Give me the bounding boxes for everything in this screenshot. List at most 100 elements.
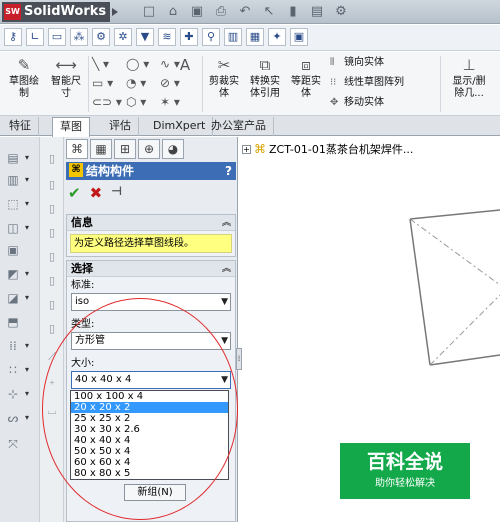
box4-icon[interactable]: ▯ <box>44 225 60 241</box>
move-entities-button[interactable]: ✥ 移动实体 <box>330 96 384 110</box>
save-icon[interactable]: ▣ <box>188 3 206 21</box>
polygon-icon[interactable]: ⬡ ▾ <box>126 94 158 110</box>
weldment-icon[interactable]: ▣ <box>290 28 308 46</box>
file-properties-icon[interactable]: ▤ <box>308 3 326 21</box>
tab-office-products[interactable]: 办公室产品 <box>204 117 274 136</box>
info-title: 信息 <box>71 216 93 229</box>
print-icon[interactable]: ⎙ <box>212 3 230 21</box>
point-icon[interactable]: ✶ ▾ <box>160 94 192 110</box>
display-manager-tab-icon[interactable]: ◕ <box>162 139 184 159</box>
ellipse-icon[interactable]: ⊘ ▾ <box>160 75 192 91</box>
box2-icon[interactable]: ▯ <box>44 177 60 193</box>
pm-title: 结构构件 <box>86 164 135 178</box>
text-tool-icon: A <box>179 56 191 74</box>
assembly-icon[interactable]: ⁂ <box>70 28 88 46</box>
mirror-label: 镜向实体 <box>344 57 384 68</box>
command-tabs: 特征 草图 评估 DimXpert 办公室产品 <box>0 116 500 137</box>
offset-icon: ⧈ <box>301 56 311 74</box>
sketch-line-bottom <box>429 354 500 366</box>
info-group-title[interactable]: 信息 ︽ <box>67 215 235 231</box>
structural-member-icon[interactable]: ▤ <box>4 149 22 167</box>
show-relations-button[interactable]: ⊥ 显示/删除几... <box>446 56 492 100</box>
weld-bead-icon[interactable]: ◪ <box>4 289 22 307</box>
show-relations-label: 显示/删除几... <box>452 76 486 99</box>
new-file-icon[interactable]: □ <box>140 3 158 21</box>
property-manager-tab-icon[interactable]: ⌘ <box>66 139 88 159</box>
logo-text: SolidWorks <box>24 4 107 19</box>
plus-icon[interactable]: ✚ <box>180 28 198 46</box>
collapse-icon[interactable]: ︽ <box>222 215 231 231</box>
spring-icon[interactable]: ≋ <box>158 28 176 46</box>
tab-features[interactable]: 特征 <box>2 117 39 136</box>
box6-icon[interactable]: ▯ <box>44 273 60 289</box>
mirror-entities-button[interactable]: ⫴ 镜向实体 <box>330 56 384 70</box>
chevron-down-icon: ▼ <box>221 336 228 346</box>
help-icon[interactable]: ? <box>225 162 232 180</box>
tab-sketch[interactable]: 草图 <box>52 117 90 137</box>
add-icon[interactable]: ✦ <box>268 28 286 46</box>
solidworks-logo[interactable]: SW SolidWorks <box>2 2 118 22</box>
smart-dimension-icon: ⟷ <box>55 56 77 74</box>
gear-icon[interactable]: ✲ <box>114 28 132 46</box>
extruded-boss-icon[interactable]: ⬚ <box>4 195 22 213</box>
undo-icon[interactable]: ↶ <box>236 3 254 21</box>
bowl-icon[interactable]: ▼ <box>136 28 154 46</box>
command-manager-ribbon: ✎ 草图绘制 ⟷ 智能尺寸 ╲ ▾ ◯ ▾ ∿ ▾ ▭ ▾ ◔ ▾ ⊘ ▾ ⊂⊃… <box>0 52 500 116</box>
box8-icon[interactable]: ▯ <box>44 321 60 337</box>
monitor-icon[interactable]: ▭ <box>48 28 66 46</box>
selection-title: 选择 <box>71 262 93 275</box>
trim-entities-button[interactable]: ✂ 剪裁实体 <box>206 56 242 100</box>
linear-pattern-button[interactable]: ⁝⁝ 线性草图阵列 <box>330 76 404 90</box>
spiral-icon[interactable]: ᔕ <box>4 409 22 427</box>
weldment-toolbar: ▤ ▾ ▥ ▾ ⬚ ▾ ◫ ▾ ▣ ◩ ▾ ◪ ▾ ⬒ ⁞⁞ ▾ ∷ ▾ ⊹ ▾ ᔕ ▾ ⤧ <box>0 137 40 522</box>
structural-member-icon: ⌘ <box>69 163 83 177</box>
configuration-manager-tab-icon[interactable]: ⊞ <box>114 139 136 159</box>
open-file-icon[interactable]: ⌂ <box>164 3 182 21</box>
circle-icon[interactable]: ◯ ▾ <box>126 56 158 72</box>
cut-list-icon[interactable]: ⬒ <box>4 313 22 331</box>
box7-icon[interactable]: ▯ <box>44 297 60 313</box>
options-icon[interactable]: ⚙ <box>332 3 350 21</box>
box3-icon[interactable]: ▯ <box>44 201 60 217</box>
settings-icon[interactable]: ⚙ <box>92 28 110 46</box>
trim-extend-icon[interactable]: ▥ <box>4 171 22 189</box>
selection-group-title[interactable]: 选择 ︽ <box>67 261 235 277</box>
info-message: 为定义路径选择草图线段。 <box>70 234 232 253</box>
search-icon[interactable]: ⚲ <box>202 28 220 46</box>
select-icon[interactable]: ↖ <box>260 3 278 21</box>
offset-entities-button[interactable]: ⧈ 等距实体 <box>287 56 325 100</box>
text-tool-button[interactable]: A <box>178 56 192 76</box>
key-icon[interactable]: ⚷ <box>4 28 22 46</box>
excel-icon[interactable]: ▦ <box>246 28 264 46</box>
fillet-bead-icon[interactable]: ◩ <box>4 265 22 283</box>
box5-icon[interactable]: ▯ <box>44 249 60 265</box>
smart-dimension-button[interactable]: ⟷ 智能尺寸 <box>46 56 86 100</box>
instant3d-icon[interactable]: ⤧ <box>4 435 22 453</box>
end-cap-icon[interactable]: ▣ <box>4 241 22 259</box>
centerline-2 <box>429 294 500 366</box>
gusset-icon[interactable]: ◫ <box>4 219 22 237</box>
convert-entities-button[interactable]: ⧉ 转换实体引用 <box>246 56 284 100</box>
collapse-icon[interactable]: ︽ <box>222 261 231 277</box>
feature-manager-tab-icon[interactable]: ▦ <box>90 139 112 159</box>
sketch-label: 草图绘制 <box>9 76 39 99</box>
curves-icon[interactable]: ⊹ <box>4 385 22 403</box>
chevron-down-icon: ▼ <box>221 297 228 307</box>
pin-icon[interactable]: ⊣ <box>111 184 122 202</box>
reference-geometry-icon[interactable]: ⁞⁞ <box>4 337 22 355</box>
expand-icon[interactable]: + <box>242 144 251 154</box>
tab-evaluate[interactable]: 评估 <box>102 117 139 136</box>
line-icon[interactable]: ╲ ▾ <box>92 56 124 72</box>
pattern-icon[interactable]: ∷ <box>4 361 22 379</box>
arc-icon[interactable]: ◔ ▾ <box>126 75 158 91</box>
rebuild-icon[interactable]: ▮ <box>284 3 302 21</box>
document-icon[interactable]: ▥ <box>224 28 242 46</box>
sketch-button[interactable]: ✎ 草图绘制 <box>4 56 44 100</box>
dimension-icon[interactable]: ∟ <box>26 28 44 46</box>
cancel-x-icon[interactable]: ✖ <box>90 184 103 202</box>
rectangle-icon[interactable]: ▭ ▾ <box>92 75 124 91</box>
box-icon[interactable]: ▯ <box>44 151 60 167</box>
ok-check-icon[interactable]: ✔ <box>68 184 81 202</box>
dimxpert-manager-tab-icon[interactable]: ⊕ <box>138 139 160 159</box>
slot-icon[interactable]: ⊂⊃ ▾ <box>92 94 124 110</box>
